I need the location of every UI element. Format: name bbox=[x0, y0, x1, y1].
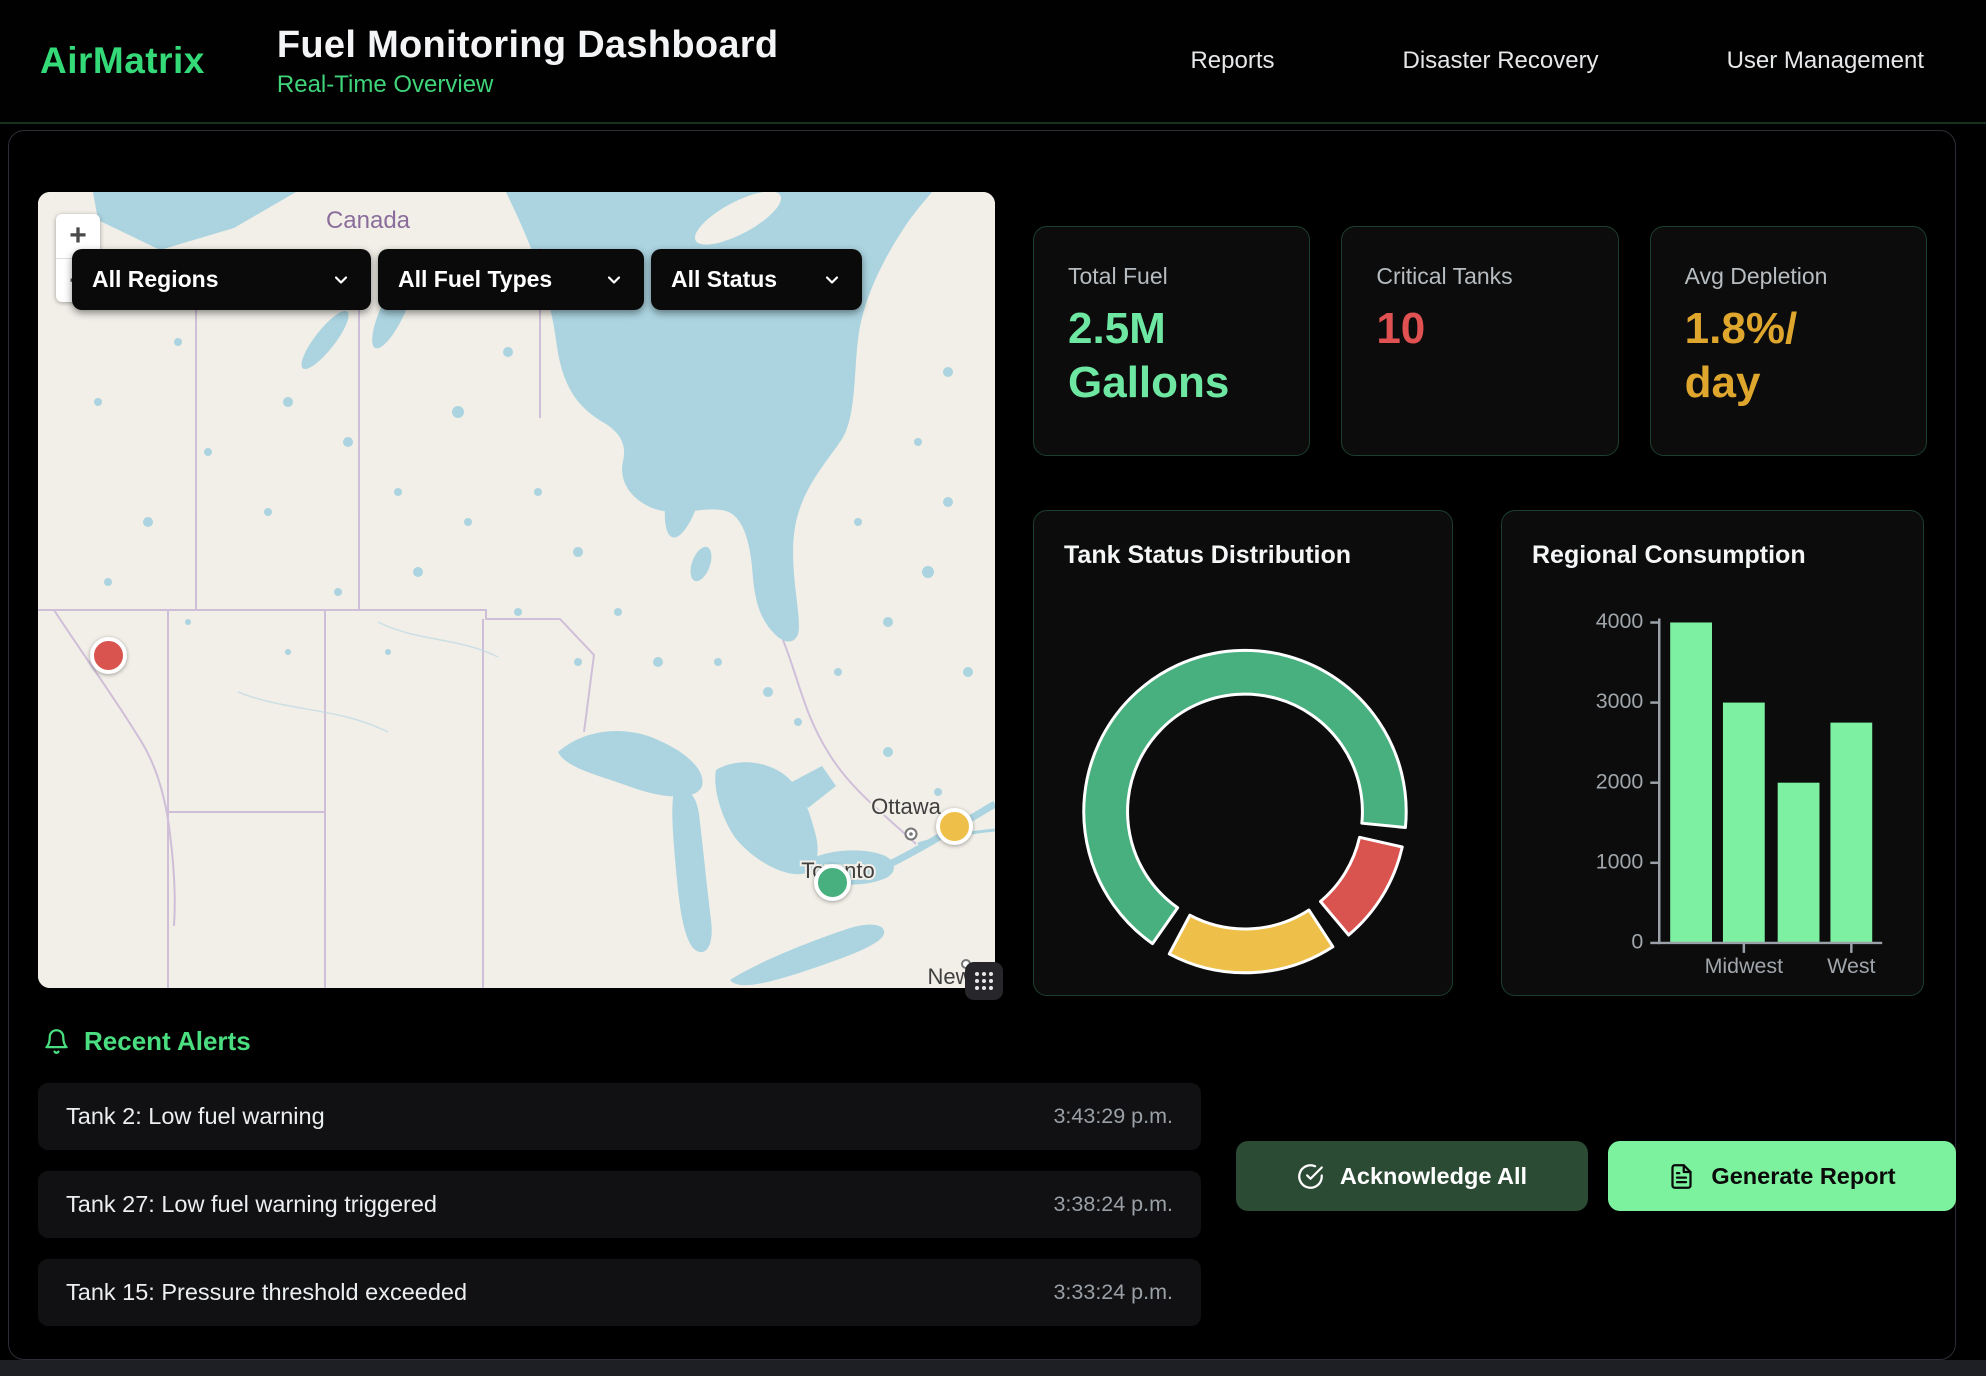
nav-reports[interactable]: Reports bbox=[1190, 47, 1274, 75]
acknowledge-all-button[interactable]: Acknowledge All bbox=[1236, 1141, 1588, 1211]
main-nav: Reports Disaster Recovery User Managemen… bbox=[1190, 47, 1986, 75]
generate-report-button[interactable]: Generate Report bbox=[1608, 1141, 1956, 1211]
dashboard-page: AirMatrix Fuel Monitoring Dashboard Real… bbox=[0, 0, 1986, 1376]
header: AirMatrix Fuel Monitoring Dashboard Real… bbox=[0, 0, 1986, 124]
check-circle-icon bbox=[1297, 1163, 1324, 1190]
stat-value-total-fuel: 2.5M Gallons bbox=[1068, 302, 1253, 409]
bar-Midwest bbox=[1723, 703, 1765, 943]
fuel-type-filter-value: All Fuel Types bbox=[398, 266, 552, 293]
y-tick-label: 3000 bbox=[1596, 689, 1644, 713]
window-bottom-strip bbox=[0, 1360, 1986, 1376]
regional-consumption-bar-chart: 0 1000 2000 3000 4000 Midwest West bbox=[1502, 511, 1923, 995]
ottawa-city-dot-center bbox=[909, 832, 913, 836]
y-tick-label: 1000 bbox=[1596, 849, 1644, 873]
stat-card-critical-tanks: Critical Tanks 10 bbox=[1341, 226, 1618, 456]
regional-consumption-card: Regional Consumption 0 1000 2000 3000 4000 Mi… bbox=[1501, 510, 1924, 996]
map-label-canada: Canada bbox=[326, 207, 411, 234]
tank-marker-normal[interactable] bbox=[814, 864, 851, 901]
x-tick-label: Midwest bbox=[1705, 954, 1783, 978]
stat-cards: Total Fuel 2.5M Gallons Critical Tanks 1… bbox=[1033, 226, 1927, 456]
chevron-down-icon bbox=[822, 270, 842, 290]
tank-status-donut-chart bbox=[1034, 511, 1452, 995]
alert-timestamp: 3:43:29 p.m. bbox=[1053, 1104, 1173, 1129]
map-resize-handle[interactable] bbox=[965, 962, 1003, 1000]
tank-marker-warning[interactable] bbox=[936, 808, 973, 845]
map-label-ottawa: Ottawa bbox=[871, 794, 941, 819]
alert-list-item[interactable]: Tank 27: Low fuel warning triggered 3:38… bbox=[38, 1171, 1201, 1238]
recent-alerts-header: Recent Alerts bbox=[43, 1026, 251, 1057]
app-logo: AirMatrix bbox=[40, 40, 205, 82]
status-filter-dropdown[interactable]: All Status bbox=[651, 249, 862, 310]
y-tick-label: 2000 bbox=[1596, 769, 1644, 793]
recent-alerts-title: Recent Alerts bbox=[84, 1026, 251, 1057]
alert-timestamp: 3:33:24 p.m. bbox=[1053, 1280, 1173, 1305]
alert-message: Tank 27: Low fuel warning triggered bbox=[66, 1191, 437, 1218]
x-tick-label: West bbox=[1827, 954, 1875, 978]
bar-unlabeled-0 bbox=[1670, 622, 1712, 942]
stat-value-avg-depletion: 1.8%/​day bbox=[1685, 302, 1870, 409]
alert-message: Tank 15: Pressure threshold exceeded bbox=[66, 1279, 467, 1306]
stat-value-critical-tanks: 10 bbox=[1376, 302, 1561, 356]
file-text-icon bbox=[1668, 1163, 1695, 1190]
generate-report-label: Generate Report bbox=[1711, 1163, 1895, 1190]
stat-label: Avg Depletion bbox=[1685, 263, 1892, 290]
stat-card-total-fuel: Total Fuel 2.5M Gallons bbox=[1033, 226, 1310, 456]
stat-card-avg-depletion: Avg Depletion 1.8%/​day bbox=[1650, 226, 1927, 456]
map-filters: All Regions All Fuel Types All Status bbox=[72, 249, 862, 310]
page-title: Fuel Monitoring Dashboard bbox=[277, 24, 778, 67]
nav-user-management[interactable]: User Management bbox=[1727, 47, 1924, 75]
y-tick-label: 4000 bbox=[1596, 609, 1644, 633]
stat-label: Critical Tanks bbox=[1376, 263, 1583, 290]
stat-label: Total Fuel bbox=[1068, 263, 1275, 290]
chevron-down-icon bbox=[604, 270, 624, 290]
region-filter-value: All Regions bbox=[92, 266, 219, 293]
tank-status-distribution-card: Tank Status Distribution bbox=[1033, 510, 1453, 996]
region-filter-dropdown[interactable]: All Regions bbox=[72, 249, 371, 310]
page-subtitle: Real-Time Overview bbox=[277, 71, 778, 99]
alert-list-item[interactable]: Tank 15: Pressure threshold exceeded 3:3… bbox=[38, 1259, 1201, 1326]
alert-timestamp: 3:38:24 p.m. bbox=[1053, 1192, 1173, 1217]
bar-unlabeled-2 bbox=[1778, 783, 1820, 943]
chart-cards: Tank Status Distribution Regional Consum… bbox=[1033, 510, 1927, 996]
nav-disaster-recovery[interactable]: Disaster Recovery bbox=[1403, 47, 1599, 75]
alert-message: Tank 2: Low fuel warning bbox=[66, 1103, 325, 1130]
status-filter-value: All Status bbox=[671, 266, 777, 293]
bell-icon bbox=[43, 1028, 70, 1055]
tank-map[interactable]: Canada Ottawa Toronto New York + − All R… bbox=[38, 192, 995, 988]
alert-list-item[interactable]: Tank 2: Low fuel warning 3:43:29 p.m. bbox=[38, 1083, 1201, 1150]
donut-slice-critical bbox=[1320, 837, 1402, 935]
y-tick-label: 0 bbox=[1631, 930, 1643, 954]
donut-slice-warning bbox=[1169, 910, 1333, 973]
map-canvas: Canada Ottawa Toronto New York bbox=[38, 192, 995, 988]
fuel-type-filter-dropdown[interactable]: All Fuel Types bbox=[378, 249, 644, 310]
tank-marker-critical[interactable] bbox=[90, 637, 127, 674]
donut-chart-title: Tank Status Distribution bbox=[1064, 541, 1351, 570]
acknowledge-all-label: Acknowledge All bbox=[1340, 1163, 1527, 1190]
chevron-down-icon bbox=[331, 270, 351, 290]
bar-chart-title: Regional Consumption bbox=[1532, 541, 1806, 570]
bar-West bbox=[1830, 723, 1872, 943]
title-block: Fuel Monitoring Dashboard Real-Time Over… bbox=[277, 24, 778, 99]
